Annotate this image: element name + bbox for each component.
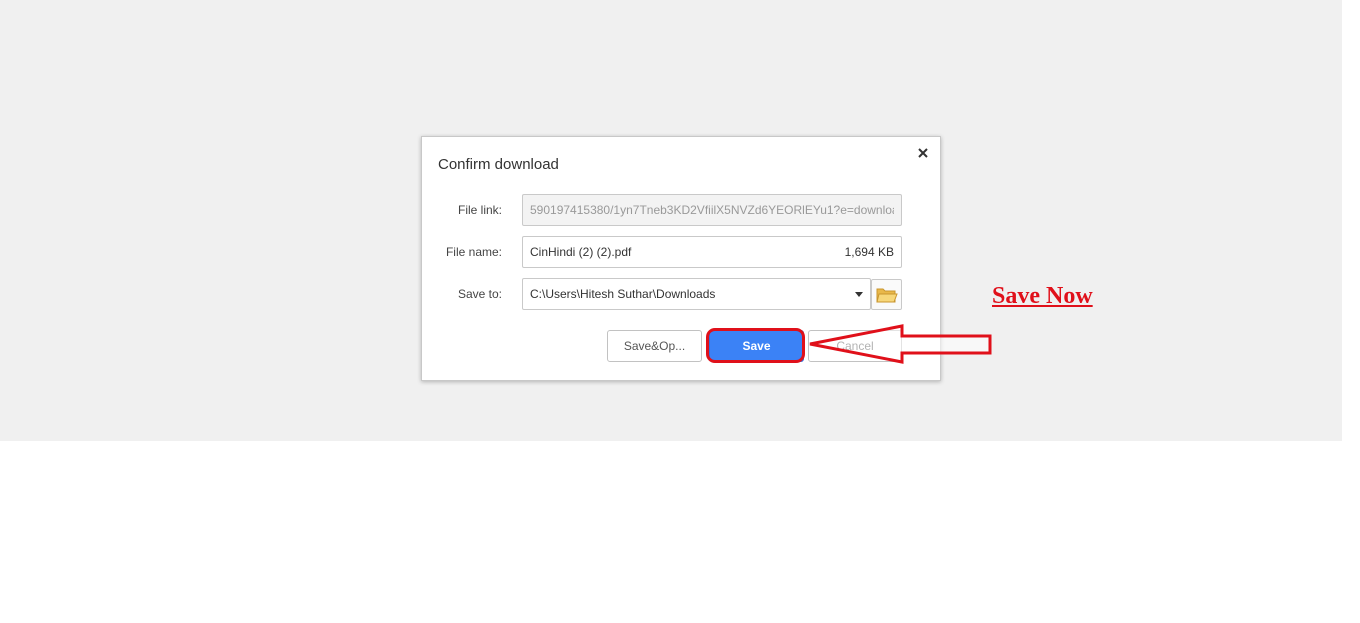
close-button[interactable] bbox=[915, 145, 931, 161]
file-size: 1,694 KB bbox=[844, 245, 894, 259]
save-now-annotation: Save Now bbox=[992, 283, 1093, 309]
file-name-label: File name: bbox=[445, 245, 502, 259]
save-to-label: Save to: bbox=[457, 287, 502, 301]
browse-folder-button[interactable] bbox=[871, 279, 902, 310]
folder-icon bbox=[875, 288, 898, 302]
file-link-field[interactable]: 590197415380/1yn7Tneb3KD2VfiilX5NVZd6YEO… bbox=[522, 194, 902, 226]
chevron-down-icon bbox=[855, 291, 863, 297]
file-name-value: CinHindi (2) (2).pdf bbox=[530, 245, 632, 259]
close-icon bbox=[918, 148, 928, 158]
save-to-select[interactable]: C:\Users\Hitesh Suthar\Downloads bbox=[522, 278, 871, 310]
file-link-value: 590197415380/1yn7Tneb3KD2VfiilX5NVZd6YEO… bbox=[530, 203, 894, 217]
cancel-button[interactable]: Cancel bbox=[808, 330, 902, 362]
save-and-open-button[interactable]: Save&Op... bbox=[607, 330, 702, 362]
file-name-field[interactable]: CinHindi (2) (2).pdf 1,694 KB bbox=[522, 236, 902, 268]
save-button[interactable]: Save bbox=[709, 330, 804, 362]
file-link-label: File link: bbox=[457, 203, 502, 217]
dialog-title: Confirm download bbox=[438, 156, 559, 173]
save-to-value: C:\Users\Hitesh Suthar\Downloads bbox=[530, 287, 716, 301]
confirm-download-dialog: Confirm download File link: 590197415380… bbox=[421, 136, 941, 381]
